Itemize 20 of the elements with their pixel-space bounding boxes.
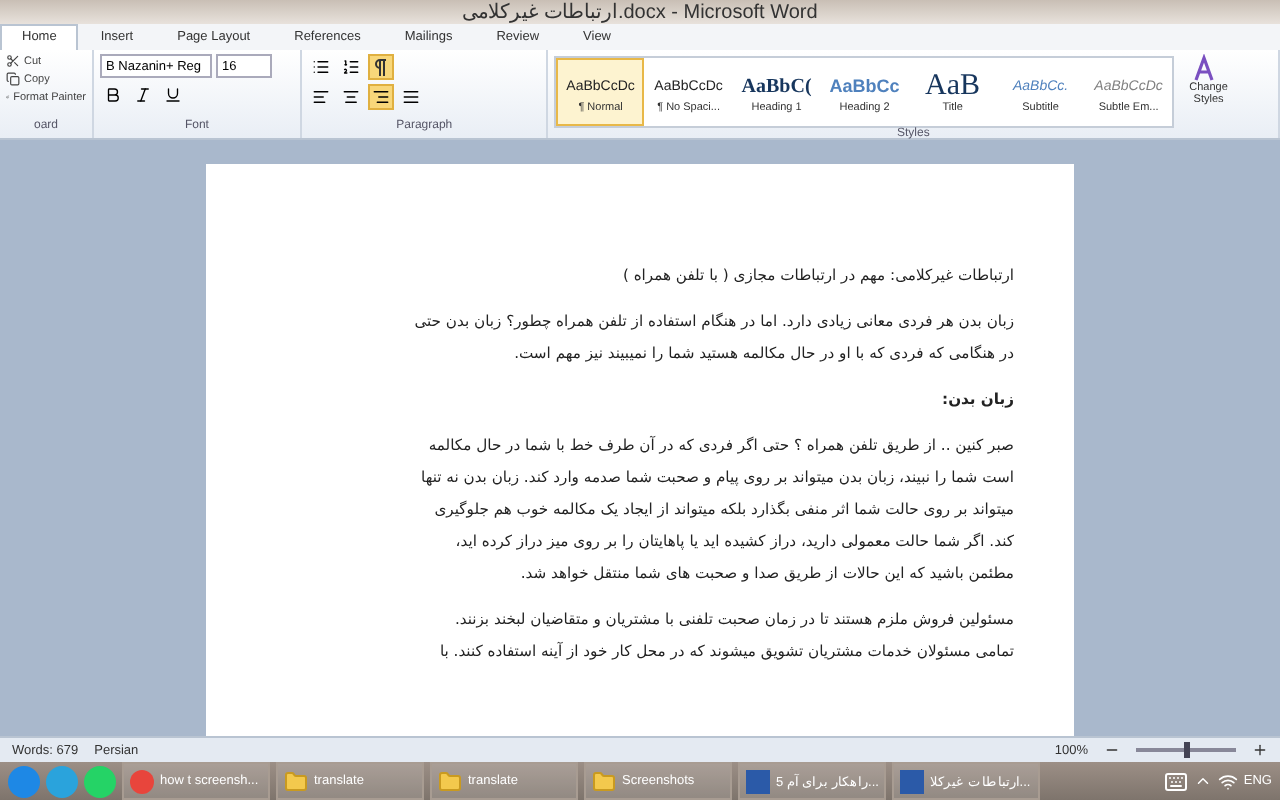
style-preview: AaB [925, 70, 981, 102]
copy-icon [6, 72, 20, 86]
zoom-thumb[interactable] [1184, 742, 1190, 758]
signal-icon[interactable] [1217, 771, 1238, 791]
chevron-up-icon[interactable] [1193, 772, 1212, 790]
document-icon [746, 769, 770, 793]
underline-icon[interactable] [160, 82, 186, 108]
folder-icon [592, 769, 616, 793]
pilcrow-icon[interactable] [367, 54, 394, 80]
style-preview: AaBbCc [829, 74, 900, 100]
window-title: ارتباطات غیرکلامی.docx - Microsoft Word [462, 0, 818, 24]
style-preview: AaBbC( [741, 73, 812, 101]
folder-icon [284, 769, 308, 793]
zoom-in-icon[interactable] [1252, 742, 1268, 758]
scissors-icon [6, 54, 20, 68]
folder-icon [438, 769, 462, 793]
document-icon [900, 769, 924, 793]
align-right-icon[interactable] [367, 84, 394, 110]
keyboard-icon[interactable] [1163, 769, 1188, 793]
browser-icon [130, 769, 154, 793]
